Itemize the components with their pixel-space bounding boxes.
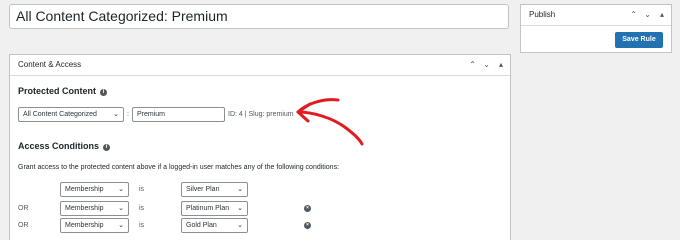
collapse-icon[interactable]: ▴ (660, 5, 664, 25)
condition-operator: is (139, 205, 145, 212)
chevron-up-icon[interactable]: ⌃ (469, 55, 476, 75)
info-icon[interactable]: i (103, 144, 111, 151)
chevron-down-icon: ⌄ (237, 186, 243, 193)
chevron-down-icon: ⌄ (237, 205, 243, 212)
protected-content-heading: Protected Content i (18, 86, 108, 96)
publish-header: Publish ⌃ ⌄ ▴ (521, 5, 671, 26)
chevron-down-icon: ⌄ (237, 222, 243, 229)
remove-condition-icon[interactable]: × (304, 205, 311, 212)
chevron-down-icon: ⌄ (118, 205, 124, 212)
content-type-select[interactable]: All Content Categorized ⌄ (18, 107, 124, 122)
condition-value-select[interactable]: Platinum Plan ⌄ (181, 201, 248, 216)
info-icon[interactable]: i (100, 89, 108, 96)
chevron-down-icon[interactable]: ⌄ (483, 55, 490, 75)
collapse-icon[interactable]: ▴ (499, 55, 503, 75)
chevron-up-icon[interactable]: ⌃ (630, 5, 637, 25)
post-title-input[interactable]: All Content Categorized: Premium (9, 4, 509, 29)
condition-operator: is (139, 186, 145, 193)
separator: : (127, 111, 129, 118)
content-access-title: Content & Access (18, 60, 82, 69)
condition-type-select[interactable]: Membership ⌄ (60, 201, 129, 216)
save-rule-button[interactable]: Save Rule (615, 32, 663, 48)
row-prefix: OR (18, 222, 29, 229)
publish-box: Publish ⌃ ⌄ ▴ Save Rule (520, 4, 672, 53)
chevron-down-icon: ⌄ (118, 222, 124, 229)
term-input[interactable]: Premium (132, 107, 225, 122)
condition-value-select[interactable]: Gold Plan ⌄ (181, 218, 248, 233)
remove-condition-icon[interactable]: × (304, 222, 311, 229)
access-description: Grant access to the protected content ab… (18, 164, 340, 171)
condition-type-select[interactable]: Membership ⌄ (60, 182, 129, 197)
term-meta: ID: 4 | Slug: premium (228, 111, 294, 118)
row-prefix: OR (18, 205, 29, 212)
chevron-down-icon[interactable]: ⌄ (644, 5, 651, 25)
publish-title: Publish (529, 10, 556, 19)
content-access-box: Content & Access ⌃ ⌄ ▴ Protected Content… (9, 54, 511, 240)
content-access-header: Content & Access ⌃ ⌄ ▴ (10, 55, 510, 76)
annotation-arrow (296, 98, 364, 146)
chevron-down-icon: ⌄ (118, 186, 124, 193)
condition-value-select[interactable]: Silver Plan ⌄ (181, 182, 248, 197)
chevron-down-icon: ⌄ (113, 111, 119, 118)
access-conditions-heading: Access Conditions i (18, 141, 111, 151)
condition-operator: is (139, 222, 145, 229)
condition-type-select[interactable]: Membership ⌄ (60, 218, 129, 233)
